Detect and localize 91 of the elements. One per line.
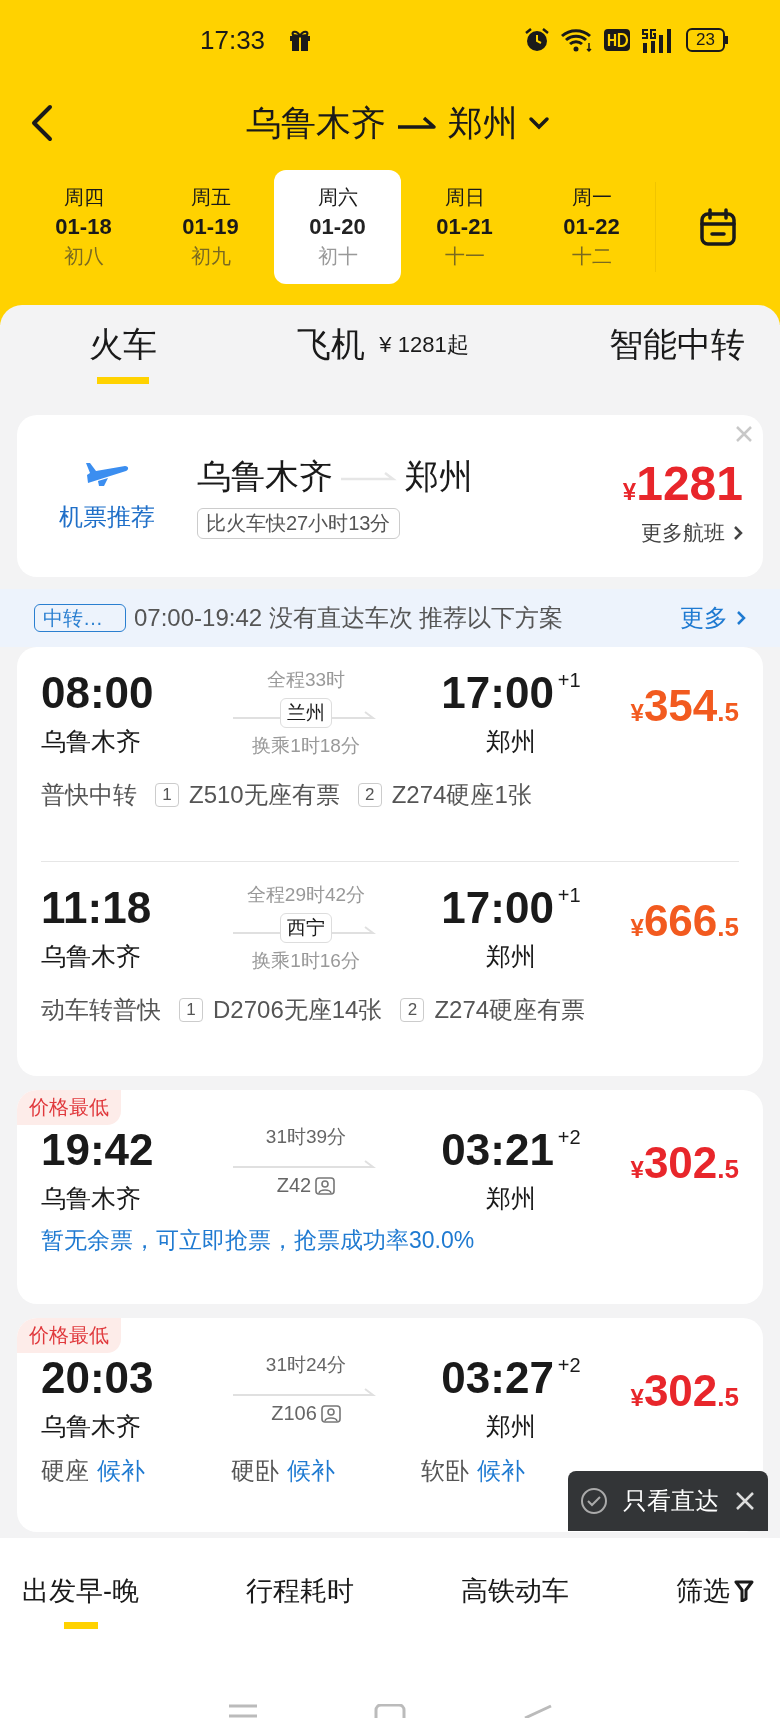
filter-icon	[734, 1580, 754, 1602]
hd-icon	[604, 29, 631, 51]
day-offset: +1	[557, 669, 581, 692]
station-name: 郑州	[486, 1183, 536, 1214]
notice-text: 07:00-19:42 没有直达车次 推荐以下方案	[134, 603, 565, 633]
station-name: 乌鲁木齐	[41, 1411, 142, 1442]
filter-button[interactable]: 筛选	[676, 1573, 754, 1609]
more-flights-link[interactable]: 更多航班	[641, 518, 743, 547]
sort-tab[interactable]: 高铁动车	[461, 1557, 569, 1629]
arrival-time: 17:00	[441, 882, 554, 934]
station-name: 郑州	[486, 1411, 536, 1442]
train-number: Z106	[271, 1402, 317, 1425]
departure-time: 20:03	[41, 1352, 155, 1404]
mode-tab[interactable]: 智能中转	[609, 318, 745, 384]
person-icon	[320, 1404, 341, 1423]
check-circle-icon[interactable]	[579, 1487, 608, 1515]
departure-time: 19:42	[41, 1124, 155, 1176]
chevron-down-icon[interactable]	[528, 116, 550, 130]
person-icon	[315, 1176, 336, 1195]
ticket-price: ¥302.5	[630, 1138, 739, 1188]
leg-info: D2706无座14张	[213, 995, 383, 1025]
waitlist-link[interactable]: 候补	[477, 1455, 525, 1487]
mode-tab[interactable]: 飞机 ¥ 1281起	[297, 318, 469, 384]
transfer-station: 西宁	[280, 913, 332, 943]
transfer-duration: 换乘1时18分	[252, 734, 360, 758]
date-tab[interactable]: 周日 01-21 十一	[401, 170, 528, 284]
leg-info: Z510无座有票	[189, 780, 340, 810]
sort-tab[interactable]: 行程耗时	[246, 1557, 354, 1629]
flight-card[interactable]: 机票推荐 乌鲁木齐 郑州 比火车快27小时13分 ¥1281 更多航班	[17, 415, 763, 577]
transfer-tag: 中转…	[34, 604, 126, 632]
transfer-type: 动车转普快	[41, 995, 161, 1025]
seat-class: 硬座	[41, 1456, 89, 1486]
grab-ticket-text[interactable]: 暂无余票，可立即抢票，抢票成功率30.0%	[41, 1225, 739, 1256]
wifi-icon	[560, 27, 595, 53]
city-name: 乌鲁木齐	[197, 455, 333, 497]
battery-level: 23	[686, 28, 725, 52]
ticket-price: ¥302.5	[630, 1366, 739, 1416]
leg-number: 1	[179, 998, 203, 1022]
flight-label: 机票推荐	[59, 502, 155, 532]
clock-time: 17:33	[200, 24, 266, 56]
date-tab[interactable]: 周一 01-22 十二	[528, 170, 655, 284]
waitlist-link[interactable]: 候补	[287, 1455, 335, 1487]
leg-number: 1	[155, 783, 179, 807]
trip-duration: 31时39分	[265, 1125, 347, 1149]
day-offset: +1	[557, 884, 581, 907]
total-duration: 全程29时42分	[246, 883, 366, 907]
toast-label: 只看直达	[623, 1486, 719, 1516]
departure-time: 11:18	[41, 882, 153, 934]
station-name: 乌鲁木齐	[41, 941, 142, 972]
leg-number: 2	[400, 998, 425, 1022]
more-link[interactable]: 更多	[680, 602, 746, 634]
flight-price: ¥1281	[622, 455, 743, 511]
direct-only-toast[interactable]: 只看直达	[568, 1471, 768, 1531]
transfer-type: 普快中转	[41, 780, 137, 810]
close-icon[interactable]	[734, 1490, 757, 1512]
day-offset: +2	[557, 1126, 581, 1149]
seat-class: 硬卧	[231, 1456, 279, 1486]
day-offset: +2	[557, 1354, 581, 1377]
station-name: 乌鲁木齐	[41, 726, 142, 757]
lowest-price-badge: 价格最低	[17, 1090, 121, 1125]
speed-badge: 比火车快27小时13分	[197, 507, 400, 539]
ticket-price: ¥354.5	[630, 681, 739, 731]
route-to: 郑州	[448, 101, 518, 144]
transfer-duration: 换乘1时16分	[252, 949, 360, 973]
arrival-time: 03:21	[441, 1124, 554, 1176]
leg-info: Z274硬座1张	[391, 780, 532, 810]
train-number: Z42	[276, 1174, 312, 1197]
total-duration: 全程33时	[266, 668, 346, 692]
city-name: 郑州	[405, 455, 473, 497]
arrival-time: 17:00	[441, 667, 554, 719]
leg-number: 2	[357, 783, 382, 807]
alarm-icon	[524, 27, 551, 53]
trip-duration: 31时24分	[265, 1353, 347, 1377]
departure-time: 08:00	[41, 667, 155, 719]
ticket-price: ¥666.5	[630, 896, 739, 946]
lowest-price-badge: 价格最低	[17, 1318, 121, 1353]
seat-class: 软卧	[421, 1456, 469, 1486]
calendar-icon[interactable]	[700, 208, 736, 246]
leg-info: Z274硬座有票	[434, 995, 586, 1025]
station-name: 郑州	[486, 941, 536, 972]
route-from: 乌鲁木齐	[246, 101, 386, 144]
arrival-time: 03:27	[441, 1352, 554, 1404]
station-name: 乌鲁木齐	[41, 1183, 142, 1214]
chevron-right-icon	[736, 610, 746, 626]
waitlist-link[interactable]: 候补	[97, 1455, 145, 1487]
date-tab[interactable]: 周六 01-20 初十	[274, 170, 401, 284]
transfer-station: 兰州	[280, 698, 332, 728]
station-name: 郑州	[486, 726, 536, 757]
date-tab[interactable]: 周四 01-18 初八	[20, 170, 147, 284]
chevron-right-icon	[733, 524, 743, 541]
date-tab[interactable]: 周五 01-19 初九	[147, 170, 274, 284]
